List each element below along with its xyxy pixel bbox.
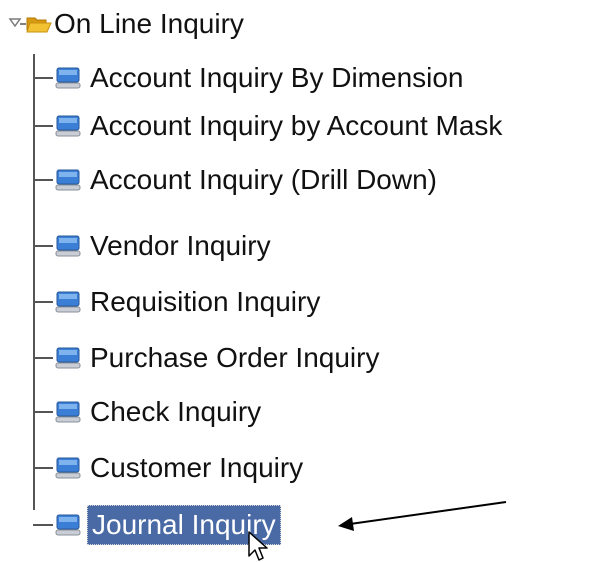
tree-branch-line xyxy=(33,411,53,413)
computer-icon xyxy=(55,291,81,313)
computer-icon xyxy=(55,401,81,423)
tree-branch-line xyxy=(33,125,53,127)
tree-item-check-inquiry[interactable]: Check Inquiry xyxy=(33,392,264,432)
computer-icon xyxy=(55,115,81,137)
tree-branch-line xyxy=(33,524,53,526)
computer-icon xyxy=(55,457,81,479)
computer-icon xyxy=(55,347,81,369)
mouse-pointer-icon xyxy=(248,531,268,561)
tree-branch-line xyxy=(33,245,53,247)
tree-item-label: Account Inquiry By Dimension xyxy=(90,62,464,93)
open-folder-icon xyxy=(26,14,52,34)
tree-item-requisition-inquiry[interactable]: Requisition Inquiry xyxy=(33,282,323,322)
tree-root-label: On Line Inquiry xyxy=(54,8,244,39)
tree-branch-line xyxy=(33,77,53,79)
tree-item-account-inquiry-drill-down[interactable]: Account Inquiry (Drill Down) xyxy=(33,160,440,200)
tree-item-vendor-inquiry[interactable]: Vendor Inquiry xyxy=(33,226,274,266)
tree-item-journal-inquiry[interactable]: Journal Inquiry xyxy=(33,505,281,545)
tree-item-customer-inquiry[interactable]: Customer Inquiry xyxy=(33,448,306,488)
tree-item-account-inquiry-by-dimension[interactable]: Account Inquiry By Dimension xyxy=(33,58,467,98)
tree-branch-line xyxy=(33,179,53,181)
tree-branch-line xyxy=(33,301,53,303)
tree-item-label: Purchase Order Inquiry xyxy=(90,342,380,373)
tree-branch-line xyxy=(33,357,53,359)
computer-icon xyxy=(55,235,81,257)
tree-item-label: Vendor Inquiry xyxy=(90,230,271,261)
inquiry-tree: On Line Inquiry Account Inquiry By Dimen… xyxy=(0,0,612,561)
tree-item-label: Account Inquiry (Drill Down) xyxy=(90,164,437,195)
tree-item-account-inquiry-by-account-mask[interactable]: Account Inquiry by Account Mask xyxy=(33,106,505,146)
tree-item-label: Check Inquiry xyxy=(90,396,262,427)
pointing-arrow-icon xyxy=(338,501,507,531)
tree-item-label: Customer Inquiry xyxy=(90,452,304,483)
collapse-toggle-icon[interactable] xyxy=(8,15,26,33)
computer-icon xyxy=(55,514,81,536)
tree-item-purchase-order-inquiry[interactable]: Purchase Order Inquiry xyxy=(33,338,382,378)
tree-item-label: Account Inquiry by Account Mask xyxy=(90,110,503,141)
computer-icon xyxy=(55,169,81,191)
computer-icon xyxy=(55,67,81,89)
tree-item-label: Requisition Inquiry xyxy=(90,286,321,317)
tree-root-on-line-inquiry[interactable]: On Line Inquiry xyxy=(8,4,244,44)
tree-branch-line xyxy=(33,467,53,469)
